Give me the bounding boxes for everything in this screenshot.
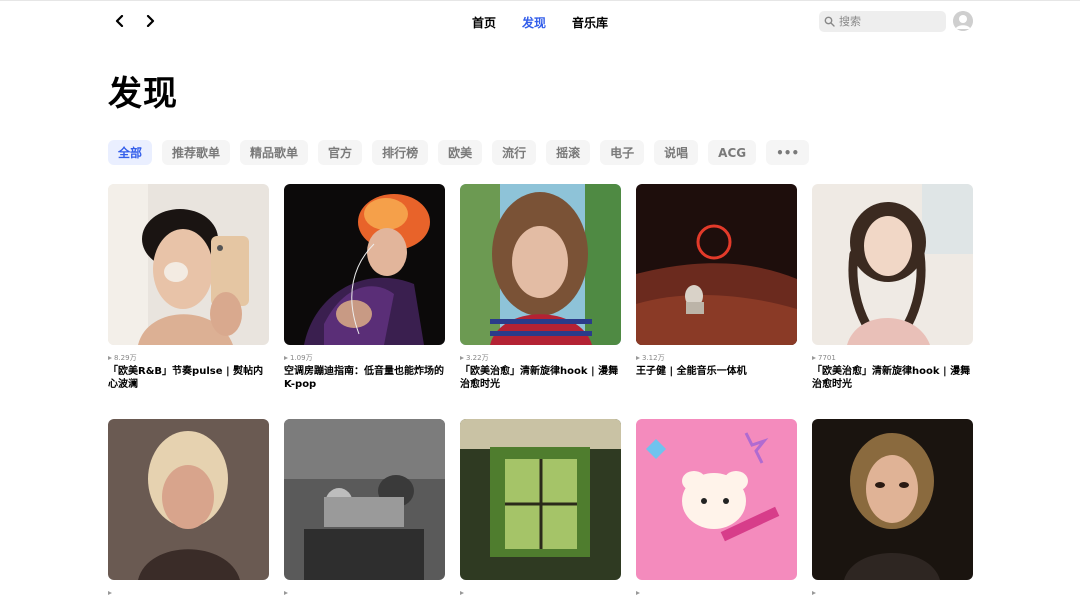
playlist-cover[interactable] <box>812 419 973 580</box>
chip-official[interactable]: 官方 <box>318 140 363 165</box>
play-icon <box>108 590 112 595</box>
chip-acg[interactable]: ACG <box>708 140 757 165</box>
play-count <box>812 588 973 597</box>
playlist-cover[interactable] <box>636 419 797 580</box>
playlist-title[interactable]: 空调房蹦迪指南：低音量也能炸场的K-pop <box>284 365 445 391</box>
search-icon <box>824 16 836 28</box>
playlist-cover[interactable] <box>812 184 973 345</box>
playlist-cover[interactable] <box>636 184 797 345</box>
chip-charts[interactable]: 排行榜 <box>372 140 429 165</box>
play-count: 7701 <box>812 353 973 362</box>
search-input[interactable] <box>839 15 939 28</box>
play-count <box>284 588 445 597</box>
play-icon <box>460 355 464 360</box>
play-count: 8.29万 <box>108 353 269 362</box>
playlist-cover[interactable] <box>460 419 621 580</box>
chip-electronic[interactable]: 电子 <box>600 140 645 165</box>
avatar[interactable] <box>953 11 973 31</box>
page-title: 发现 <box>108 74 178 114</box>
play-count <box>460 588 621 597</box>
play-icon <box>812 355 816 360</box>
playlist-card[interactable]: 1.09万 空调房蹦迪指南：低音量也能炸场的K-pop <box>284 184 445 391</box>
chip-rock[interactable]: 摇滚 <box>546 140 591 165</box>
playlist-card[interactable]: 3.12万 王子健 | 全能音乐一体机 <box>636 184 797 391</box>
playlist-card[interactable] <box>636 419 797 600</box>
playlist-title[interactable]: 「欧美R&B」节奏pulse | 熨帖内心波澜 <box>108 365 269 391</box>
playlist-cover[interactable] <box>108 419 269 580</box>
search-box[interactable] <box>819 11 946 32</box>
playlist-grid: 8.29万 「欧美R&B」节奏pulse | 熨帖内心波澜 1.09万 空调房蹦… <box>108 184 973 600</box>
playlist-cover[interactable] <box>460 184 621 345</box>
play-icon <box>460 590 464 595</box>
chip-recommended[interactable]: 推荐歌单 <box>162 140 231 165</box>
playlist-card[interactable]: 8.29万 「欧美R&B」节奏pulse | 熨帖内心波澜 <box>108 184 269 391</box>
chip-all[interactable]: 全部 <box>108 140 153 165</box>
tab-discover[interactable]: 发现 <box>522 14 546 31</box>
playlist-card[interactable] <box>108 419 269 600</box>
chip-more[interactable]: ••• <box>766 140 810 165</box>
playlist-title[interactable]: 王子健 | 全能音乐一体机 <box>636 365 797 378</box>
playlist-title[interactable]: 「欧美治愈」清新旋律hook | 漫舞治愈时光 <box>460 365 621 391</box>
top-bar: 首页 发现 音乐库 <box>0 0 1080 42</box>
playlist-cover[interactable] <box>284 419 445 580</box>
play-icon <box>284 355 288 360</box>
play-count <box>108 588 269 597</box>
chip-rap[interactable]: 说唱 <box>654 140 699 165</box>
playlist-card[interactable] <box>812 419 973 600</box>
play-icon <box>636 590 640 595</box>
chip-pop[interactable]: 流行 <box>492 140 537 165</box>
playlist-cover[interactable] <box>108 184 269 345</box>
play-count: 1.09万 <box>284 353 445 362</box>
playlist-card[interactable]: 3.22万 「欧美治愈」清新旋律hook | 漫舞治愈时光 <box>460 184 621 391</box>
play-icon <box>636 355 640 360</box>
playlist-card[interactable] <box>284 419 445 600</box>
play-icon <box>108 355 112 360</box>
user-icon <box>953 11 973 31</box>
play-icon <box>284 590 288 595</box>
playlist-title[interactable]: 「欧美治愈」清新旋律hook | 漫舞治愈时光 <box>812 365 973 391</box>
play-icon <box>812 590 816 595</box>
playlist-cover[interactable] <box>284 184 445 345</box>
chip-western[interactable]: 欧美 <box>438 140 483 165</box>
play-count: 3.12万 <box>636 353 797 362</box>
chip-featured[interactable]: 精品歌单 <box>240 140 309 165</box>
tab-home[interactable]: 首页 <box>472 14 496 31</box>
playlist-card[interactable] <box>460 419 621 600</box>
play-count: 3.22万 <box>460 353 621 362</box>
tab-library[interactable]: 音乐库 <box>572 14 608 31</box>
play-count <box>636 588 797 597</box>
category-chips: 全部 推荐歌单 精品歌单 官方 排行榜 欧美 流行 摇滚 电子 说唱 ACG •… <box>108 140 810 165</box>
playlist-card[interactable]: 7701 「欧美治愈」清新旋律hook | 漫舞治愈时光 <box>812 184 973 391</box>
